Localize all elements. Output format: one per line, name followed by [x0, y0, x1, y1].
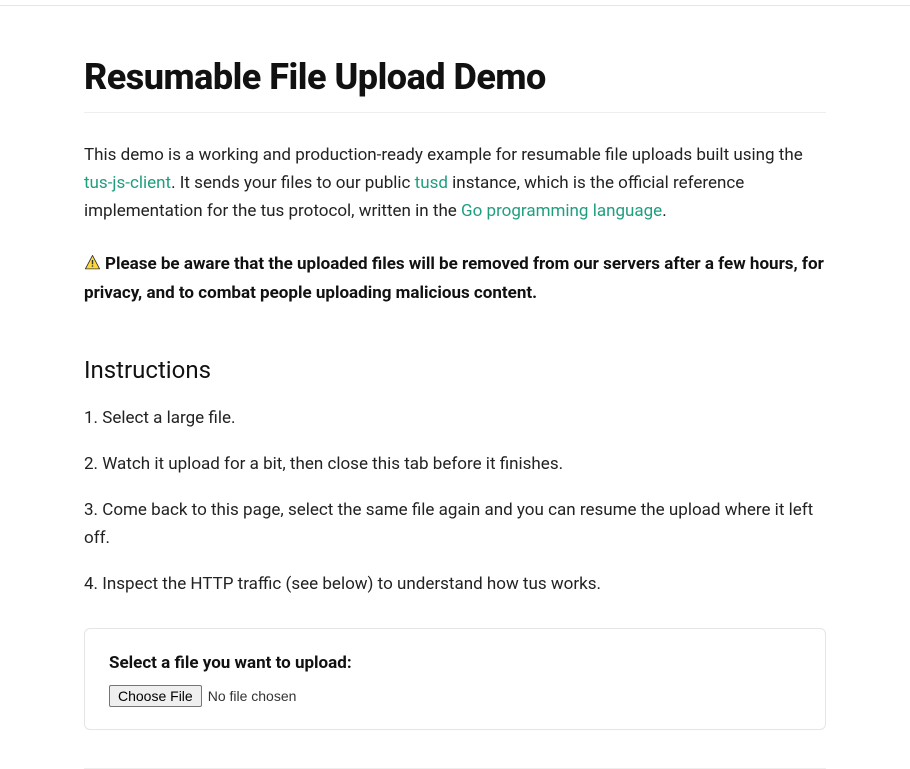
- tus-js-client-link[interactable]: tus-js-client: [84, 173, 171, 193]
- step-4: 4. Inspect the HTTP traffic (see below) …: [84, 570, 826, 598]
- warning-icon: [84, 253, 101, 280]
- intro-paragraph: This demo is a working and production-re…: [84, 141, 826, 225]
- upload-panel: Select a file you want to upload: Choose…: [84, 628, 826, 730]
- step-2: 2. Watch it upload for a bit, then close…: [84, 450, 826, 478]
- file-input[interactable]: Choose File No file chosen: [109, 685, 801, 707]
- warning-paragraph: Please be aware that the uploaded files …: [84, 251, 826, 307]
- top-divider: [0, 0, 910, 6]
- go-language-link[interactable]: Go programming language: [461, 201, 662, 221]
- choose-file-button[interactable]: Choose File: [109, 685, 202, 707]
- tusd-link[interactable]: tusd: [415, 173, 448, 193]
- intro-text-2: . It sends your files to our public: [171, 173, 415, 193]
- page-title: Resumable File Upload Demo: [84, 56, 826, 113]
- intro-text-1: This demo is a working and production-re…: [84, 145, 803, 165]
- intro-text-4: .: [662, 201, 666, 221]
- step-1: 1. Select a large file.: [84, 404, 826, 432]
- upload-label: Select a file you want to upload:: [109, 653, 801, 673]
- main-container: Resumable File Upload Demo This demo is …: [0, 56, 910, 769]
- file-chosen-status: No file chosen: [208, 688, 297, 704]
- warning-text: Please be aware that the uploaded files …: [84, 254, 824, 303]
- instructions-heading: Instructions: [84, 356, 826, 384]
- step-3: 3. Come back to this page, select the sa…: [84, 496, 826, 552]
